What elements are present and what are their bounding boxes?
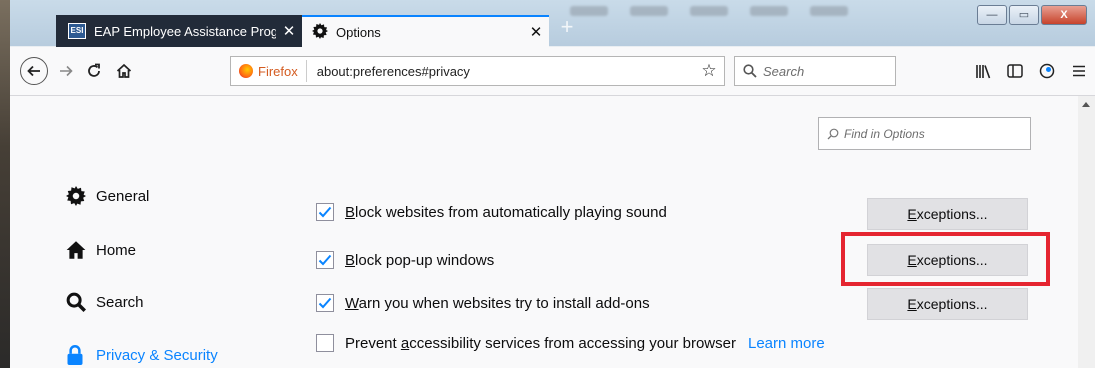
arrow-left-icon [27,65,40,77]
desktop-edge [0,0,10,368]
pref-label: Prevent accessibility services from acce… [345,334,736,352]
navigation-toolbar: Firefox about:preferences#privacy ☆ Sear… [10,47,1095,96]
account-icon[interactable] [1031,57,1063,85]
pref-label: Block pop-up windows [345,251,495,269]
firefox-logo-icon [239,64,253,78]
menu-icon[interactable] [1063,57,1095,85]
forward-button[interactable] [52,57,80,85]
library-icon[interactable] [967,57,999,85]
checkbox-unchecked[interactable] [316,334,334,352]
home-icon [116,63,132,78]
checkbox-checked[interactable] [316,203,334,221]
gear-icon [66,186,96,206]
blurred-background-window [570,6,910,40]
category-label: Search [96,293,144,311]
lock-icon [66,345,96,365]
search-icon [827,128,839,140]
back-button[interactable] [20,57,48,85]
checkmark-icon [318,297,332,309]
search-icon [66,292,96,312]
url-text[interactable]: about:preferences#privacy [307,64,694,79]
tab-title: Options [336,24,381,40]
pref-block-popups[interactable]: Block pop-up windows [316,251,494,269]
addons-exceptions-button[interactable]: Exceptions... [867,288,1028,320]
window-controls: — ▭ X [975,5,1087,25]
identity-label: Firefox [258,63,298,79]
category-home[interactable]: Home [66,240,136,260]
checkmark-icon [318,206,332,218]
url-bar[interactable]: Firefox about:preferences#privacy ☆ [230,56,725,86]
pref-prevent-accessibility[interactable]: Prevent accessibility services from acce… [316,334,825,352]
maximize-button[interactable]: ▭ [1009,5,1039,25]
category-privacy-security[interactable]: Privacy & Security [66,345,218,365]
learn-more-link[interactable]: Learn more [748,335,825,352]
find-placeholder: Find in Options [844,126,925,141]
close-tab-icon[interactable]: ✕ [276,22,302,40]
reload-icon [88,63,100,77]
category-label: Home [96,241,137,259]
new-tab-icon[interactable]: + [557,14,577,40]
close-window-button[interactable]: X [1041,5,1087,25]
find-in-options-input[interactable]: Find in Options [818,117,1031,150]
search-placeholder: Search [763,63,805,79]
checkbox-checked[interactable] [316,294,334,312]
esi-favicon-icon: ESI [68,23,86,39]
home-button[interactable] [110,57,138,85]
checkbox-checked[interactable] [316,251,334,269]
category-search[interactable]: Search [66,292,144,312]
search-bar[interactable]: Search [734,56,896,86]
checkmark-icon [318,254,332,266]
pref-block-autoplay-sound[interactable]: Block websites from automatically playin… [316,203,667,221]
search-icon [743,64,757,78]
minimize-button[interactable]: — [977,5,1007,25]
tab-options[interactable]: Options ✕ [302,15,549,47]
home-icon [66,240,96,260]
autoplay-exceptions-button[interactable]: Exceptions... [867,198,1028,230]
pref-label: Block websites from automatically playin… [345,203,667,221]
close-tab-icon[interactable]: ✕ [523,23,549,41]
pref-warn-addons[interactable]: Warn you when websites try to install ad… [316,294,650,312]
pref-label: Warn you when websites try to install ad… [345,294,650,312]
tab-eap[interactable]: ESI EAP Employee Assistance Progr ✕ [56,15,302,47]
tab-title: EAP Employee Assistance Progr [94,23,276,39]
reload-button[interactable] [80,57,108,85]
category-label: Privacy & Security [96,346,218,364]
scroll-up-icon[interactable] [1082,102,1090,107]
toolbar-icons [967,57,1095,85]
highlight-annotation-box [841,232,1050,286]
sidebar-icon[interactable] [999,57,1031,85]
arrow-right-icon [60,65,73,77]
scrollbar[interactable] [1078,96,1095,368]
identity-box[interactable]: Firefox [231,60,307,82]
bookmark-star-icon[interactable]: ☆ [694,61,724,81]
category-label: General [96,187,150,205]
gear-icon [312,22,328,42]
category-general[interactable]: General [66,186,149,206]
